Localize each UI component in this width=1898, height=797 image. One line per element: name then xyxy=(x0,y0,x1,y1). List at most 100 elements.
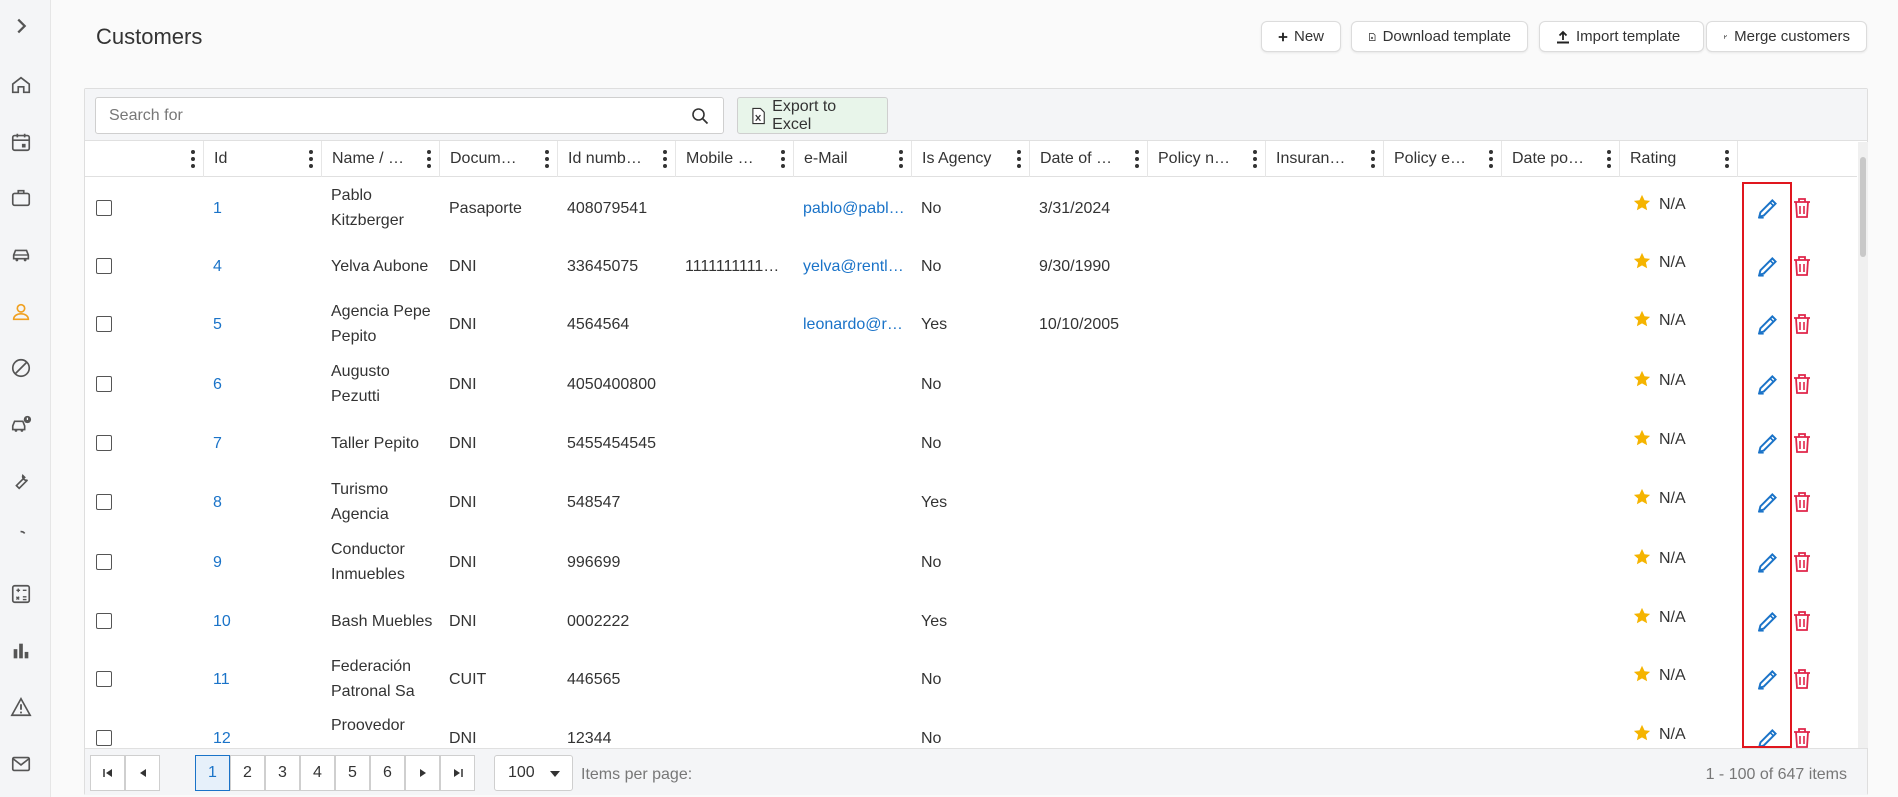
column-header-id[interactable]: Id xyxy=(204,141,322,177)
row-checkbox[interactable] xyxy=(96,613,112,629)
import-template-button[interactable]: Import template xyxy=(1539,21,1704,52)
column-menu-icon[interactable] xyxy=(545,150,549,168)
column-menu-icon[interactable] xyxy=(781,150,785,168)
delete-icon[interactable] xyxy=(1790,371,1814,397)
column-header-is-agency[interactable]: Is Agency xyxy=(912,141,1030,177)
page-button-2[interactable]: 2 xyxy=(230,755,265,791)
delete-icon[interactable] xyxy=(1790,311,1814,337)
column-menu-icon[interactable] xyxy=(309,150,313,168)
export-excel-button[interactable]: Export to Excel xyxy=(737,97,888,134)
customer-id-link[interactable]: 8 xyxy=(213,490,222,515)
last-page-button[interactable] xyxy=(440,755,475,791)
sidebar-item-blocked[interactable] xyxy=(9,356,33,380)
column-header-email[interactable]: e-Mail xyxy=(794,141,912,177)
chevron-right-icon[interactable] xyxy=(9,14,33,38)
column-menu-icon[interactable] xyxy=(1253,150,1257,168)
table-row[interactable]: 10 Bash Muebles DNI 0002222 Yes N/A xyxy=(85,592,1857,649)
next-page-button[interactable] xyxy=(405,755,440,791)
row-checkbox[interactable] xyxy=(96,258,112,274)
column-menu-icon[interactable] xyxy=(1371,150,1375,168)
column-header-mobile[interactable]: Mobile … xyxy=(676,141,794,177)
scrollbar-thumb[interactable] xyxy=(1860,157,1866,257)
sidebar-item-home[interactable] xyxy=(9,73,33,97)
email-link[interactable]: yelva@rently… xyxy=(803,254,909,279)
delete-icon[interactable] xyxy=(1790,489,1814,515)
page-size-select[interactable]: 100 xyxy=(494,755,573,791)
column-menu-icon[interactable] xyxy=(191,150,195,168)
delete-icon[interactable] xyxy=(1790,195,1814,221)
page-button-3[interactable]: 3 xyxy=(265,755,300,791)
column-header-insurance[interactable]: Insuran… xyxy=(1266,141,1384,177)
column-header-date-of-birth[interactable]: Date of … xyxy=(1030,141,1148,177)
delete-icon[interactable] xyxy=(1790,253,1814,279)
edit-icon[interactable] xyxy=(1755,430,1781,456)
table-row[interactable]: 4 Yelva Aubone DNI 33645075 1111111111… yelva… xyxy=(85,238,1857,294)
table-row[interactable]: 1 Pablo Kitzberger Pasaporte 408079541 pablo@… xyxy=(85,178,1857,238)
customer-id-link[interactable]: 4 xyxy=(213,254,222,279)
edit-icon[interactable] xyxy=(1755,725,1781,748)
row-checkbox[interactable] xyxy=(96,554,112,570)
new-button[interactable]: New xyxy=(1261,21,1341,52)
page-button-1[interactable]: 1 xyxy=(195,755,230,791)
table-row[interactable]: 8 Turismo Agencia DNI 548547 Yes N/A xyxy=(85,471,1857,532)
sidebar-item-warning[interactable] xyxy=(9,695,33,719)
sidebar-item-customer[interactable] xyxy=(9,300,33,324)
column-menu-icon[interactable] xyxy=(427,150,431,168)
table-row[interactable]: 7 Taller Pepito DNI 5455454545 No N/A xyxy=(85,414,1857,471)
row-checkbox[interactable] xyxy=(96,200,112,216)
delete-icon[interactable] xyxy=(1790,549,1814,575)
edit-icon[interactable] xyxy=(1755,195,1781,221)
table-row[interactable]: 6 Augusto Pezutti DNI 4050400800 No N/A xyxy=(85,353,1857,414)
page-button-4[interactable]: 4 xyxy=(300,755,335,791)
sidebar-item-car-alert[interactable] xyxy=(9,413,33,437)
row-checkbox[interactable] xyxy=(96,494,112,510)
sidebar-item-dollar[interactable] xyxy=(9,526,33,550)
page-button-5[interactable]: 5 xyxy=(335,755,370,791)
row-checkbox[interactable] xyxy=(96,671,112,687)
customer-id-link[interactable]: 12 xyxy=(213,726,231,748)
sidebar-item-calculator[interactable] xyxy=(9,582,33,606)
customer-id-link[interactable]: 5 xyxy=(213,312,222,337)
column-header-policy-expiry[interactable]: Policy e… xyxy=(1384,141,1502,177)
column-menu-icon[interactable] xyxy=(1135,150,1139,168)
first-page-button[interactable] xyxy=(90,755,125,791)
email-link[interactable]: leonardo@r… xyxy=(803,312,903,337)
edit-icon[interactable] xyxy=(1755,371,1781,397)
customer-id-link[interactable]: 7 xyxy=(213,431,222,456)
row-checkbox[interactable] xyxy=(96,730,112,746)
column-menu-icon[interactable] xyxy=(1607,150,1611,168)
page-button-6[interactable]: 6 xyxy=(370,755,405,791)
sidebar-item-wrench[interactable] xyxy=(9,469,33,493)
row-checkbox[interactable] xyxy=(96,316,112,332)
email-link[interactable]: pablo@pabl… xyxy=(803,196,905,221)
edit-icon[interactable] xyxy=(1755,311,1781,337)
sidebar-item-briefcase[interactable] xyxy=(9,186,33,210)
table-row[interactable]: 12 Proovedor DNI 12344 No N/A xyxy=(85,708,1857,748)
sidebar-item-bar-chart[interactable] xyxy=(9,639,33,663)
column-menu-icon[interactable] xyxy=(899,150,903,168)
edit-icon[interactable] xyxy=(1755,666,1781,692)
column-menu-icon[interactable] xyxy=(1725,150,1729,168)
customer-id-link[interactable]: 9 xyxy=(213,550,222,575)
column-menu-icon[interactable] xyxy=(1017,150,1021,168)
search-icon[interactable] xyxy=(691,107,709,125)
column-header-policy-number[interactable]: Policy n… xyxy=(1148,141,1266,177)
row-checkbox[interactable] xyxy=(96,435,112,451)
prev-page-button[interactable] xyxy=(125,755,160,791)
sidebar-item-calendar[interactable] xyxy=(9,130,33,154)
column-header-name[interactable]: Name / … xyxy=(322,141,440,177)
table-row[interactable]: 9 Conductor Inmuebles DNI 996699 No N/A xyxy=(85,532,1857,592)
row-checkbox[interactable] xyxy=(96,376,112,392)
column-menu-icon[interactable] xyxy=(663,150,667,168)
vertical-scrollbar[interactable] xyxy=(1858,142,1868,748)
column-header-rating[interactable]: Rating xyxy=(1620,141,1738,177)
sidebar-item-mail[interactable] xyxy=(9,752,33,776)
table-row[interactable]: 11 Federación Patronal Sa CUIT 446565 No N/A xyxy=(85,649,1857,708)
column-header-date-policy[interactable]: Date po… xyxy=(1502,141,1620,177)
edit-icon[interactable] xyxy=(1755,489,1781,515)
delete-icon[interactable] xyxy=(1790,430,1814,456)
merge-customers-button[interactable]: Merge customers xyxy=(1706,21,1867,52)
column-header-id-number[interactable]: Id numb… xyxy=(558,141,676,177)
edit-icon[interactable] xyxy=(1755,253,1781,279)
delete-icon[interactable] xyxy=(1790,666,1814,692)
